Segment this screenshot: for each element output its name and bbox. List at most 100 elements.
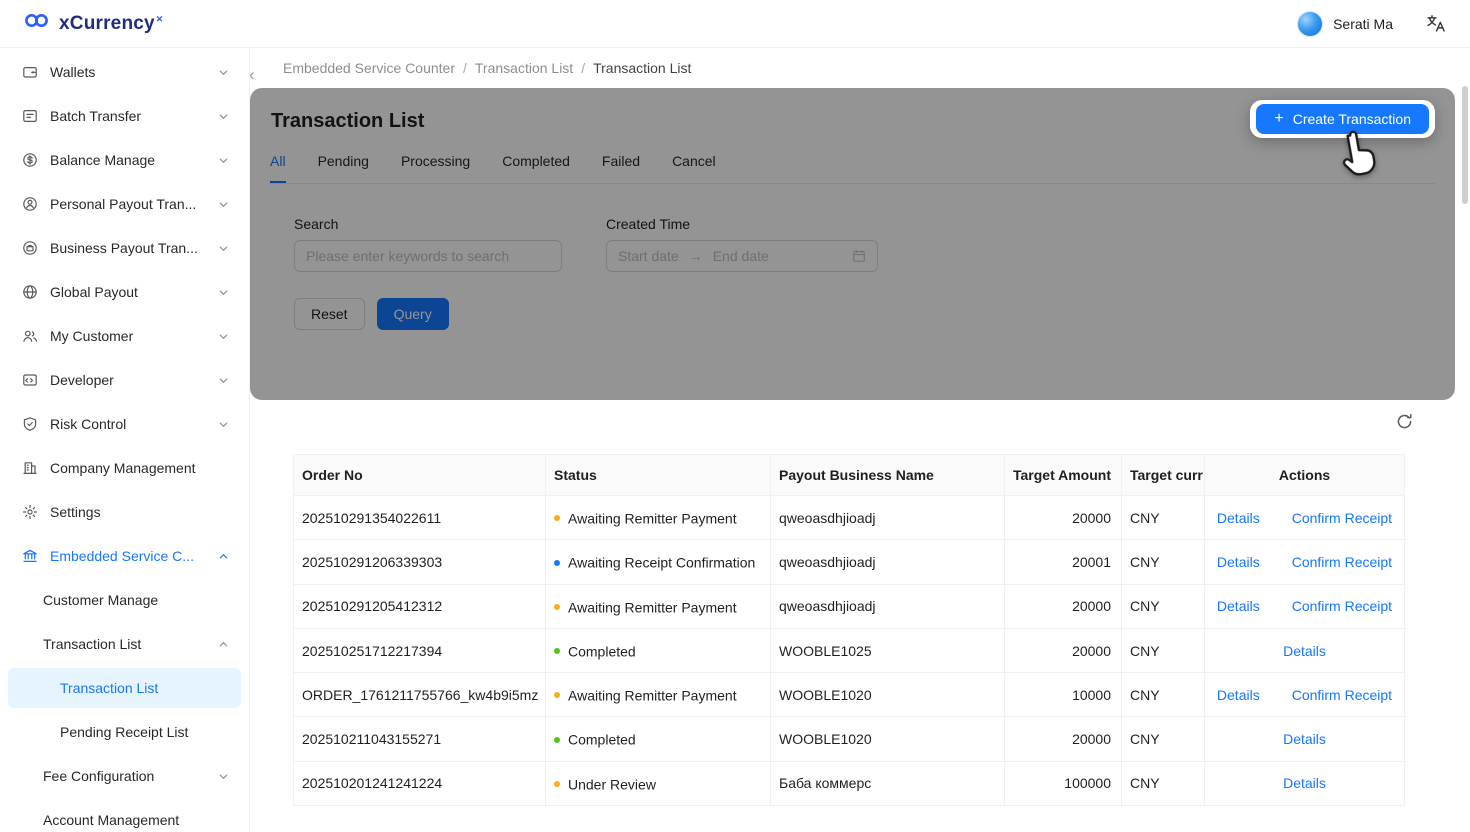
sidebar-item-personal-payout[interactable]: Personal Payout Tran... <box>8 184 241 224</box>
sidebar-item-developer[interactable]: Developer <box>8 360 241 400</box>
status-badge: Awaiting Remitter Payment <box>568 510 737 526</box>
confirm-receipt-link[interactable]: Confirm Receipt <box>1292 598 1392 614</box>
sidebar-item-risk-control[interactable]: Risk Control <box>8 404 241 444</box>
logo-mark: ✕ <box>156 14 164 25</box>
user-name[interactable]: Serati Ma <box>1333 16 1393 32</box>
actions-cell: Details Confirm Receipt <box>1205 673 1405 717</box>
sidebar-item-settings[interactable]: Settings <box>8 492 241 532</box>
sidebar-item-company-management[interactable]: Company Management <box>8 448 241 488</box>
avatar[interactable] <box>1297 11 1323 37</box>
translate-icon[interactable] <box>1425 13 1446 34</box>
details-link[interactable]: Details <box>1217 510 1260 526</box>
status-cell: Completed <box>546 628 771 672</box>
top-header: xCurrency ✕ Serati Ma <box>0 0 1470 48</box>
batch-transfer-icon <box>22 108 38 124</box>
sidebar-item-balance-manage[interactable]: Balance Manage <box>8 140 241 180</box>
breadcrumb-item[interactable]: Transaction List <box>475 60 573 76</box>
gear-icon <box>22 504 38 520</box>
sidebar-item-transaction-list-group[interactable]: Transaction List <box>8 624 241 664</box>
confirm-receipt-link[interactable]: Confirm Receipt <box>1292 554 1392 570</box>
sidebar-item-embedded-service-counter[interactable]: Embedded Service C... <box>8 536 241 576</box>
hand-cursor-icon <box>1335 127 1383 183</box>
sidebar-item-pending-receipt-list[interactable]: Pending Receipt List <box>8 712 241 752</box>
chevron-down-icon <box>218 331 229 342</box>
chevron-down-icon <box>218 375 229 386</box>
details-link[interactable]: Details <box>1283 643 1326 659</box>
sidebar-item-batch-transfer[interactable]: Batch Transfer <box>8 96 241 136</box>
chevron-down-icon <box>218 771 229 782</box>
sidebar-item-global-payout[interactable]: Global Payout <box>8 272 241 312</box>
sidebar-item-business-payout[interactable]: Business Payout Tran... <box>8 228 241 268</box>
target-currency: CNY <box>1122 673 1205 717</box>
plus-icon: + <box>1274 111 1283 127</box>
table-row: ORDER_1761211755766_kw4b9i5mz Awaiting R… <box>294 673 1405 717</box>
business-payout-icon <box>22 240 38 256</box>
order-no: ORDER_1761211755766_kw4b9i5mz <box>294 673 546 717</box>
logo[interactable]: xCurrency ✕ <box>24 13 163 35</box>
target-amount: 20000 <box>1005 584 1122 628</box>
refresh-icon[interactable] <box>1396 413 1413 430</box>
target-currency: CNY <box>1122 584 1205 628</box>
payout-business-name: WOOBLE1020 <box>771 673 1005 717</box>
shield-icon <box>22 416 38 432</box>
details-link[interactable]: Details <box>1217 554 1260 570</box>
main-content: ‹ Embedded Service Counter / Transaction… <box>250 48 1470 832</box>
column-status: Status <box>546 455 771 496</box>
payout-business-name: qweoasdhjioadj <box>771 540 1005 584</box>
chevron-up-icon <box>218 551 229 562</box>
payout-business-name: qweoasdhjioadj <box>771 496 1005 540</box>
globe-icon <box>22 284 38 300</box>
sidebar-item-account-management[interactable]: Account Management <box>8 800 241 832</box>
personal-payout-icon <box>22 196 38 212</box>
wallet-icon <box>22 64 38 80</box>
table-row: 202510291206339303 Awaiting Receipt Conf… <box>294 540 1405 584</box>
target-amount: 20000 <box>1005 628 1122 672</box>
chevron-down-icon <box>218 67 229 78</box>
order-no: 202510211043155271 <box>294 717 546 761</box>
table-row: 202510251712217394 Completed WOOBLE1025 … <box>294 628 1405 672</box>
status-dot <box>554 781 560 787</box>
target-currency: CNY <box>1122 717 1205 761</box>
table-row: 202510291354022611 Awaiting Remitter Pay… <box>294 496 1405 540</box>
status-dot <box>554 648 560 654</box>
chevron-up-icon <box>218 639 229 650</box>
actions-cell: Details <box>1205 761 1405 805</box>
payout-business-name: Баба коммерс <box>771 761 1005 805</box>
create-transaction-button[interactable]: + Create Transaction <box>1256 104 1429 134</box>
bank-icon <box>22 548 38 564</box>
sidebar-item-transaction-list[interactable]: Transaction List <box>8 668 241 708</box>
target-currency: CNY <box>1122 628 1205 672</box>
tour-region: Transaction List All Pending Processing … <box>250 88 1455 400</box>
status-badge: Awaiting Remitter Payment <box>568 599 737 615</box>
customers-icon <box>22 328 38 344</box>
details-link[interactable]: Details <box>1217 598 1260 614</box>
sidebar-item-my-customer[interactable]: My Customer <box>8 316 241 356</box>
scrollbar[interactable] <box>1462 86 1468 204</box>
details-link[interactable]: Details <box>1283 731 1326 747</box>
sidebar-collapse-button[interactable]: ‹ <box>250 64 255 86</box>
order-no: 202510291354022611 <box>294 496 546 540</box>
status-cell: Under Review <box>546 761 771 805</box>
target-amount: 10000 <box>1005 673 1122 717</box>
confirm-receipt-link[interactable]: Confirm Receipt <box>1292 687 1392 703</box>
breadcrumb-item[interactable]: Embedded Service Counter <box>283 60 455 76</box>
sidebar-item-wallets[interactable]: Wallets <box>8 52 241 92</box>
chevron-down-icon <box>218 111 229 122</box>
status-badge: Under Review <box>568 776 656 792</box>
order-no: 202510251712217394 <box>294 628 546 672</box>
status-cell: Awaiting Remitter Payment <box>546 496 771 540</box>
sidebar-item-fee-configuration[interactable]: Fee Configuration <box>8 756 241 796</box>
status-dot <box>554 560 560 566</box>
details-link[interactable]: Details <box>1283 775 1326 791</box>
chevron-down-icon <box>218 199 229 210</box>
status-cell: Awaiting Remitter Payment <box>546 673 771 717</box>
details-link[interactable]: Details <box>1217 687 1260 703</box>
status-badge: Completed <box>568 643 636 659</box>
confirm-receipt-link[interactable]: Confirm Receipt <box>1292 510 1392 526</box>
transaction-table: Order No Status Payout Business Name Tar… <box>293 454 1405 806</box>
sidebar-item-customer-manage[interactable]: Customer Manage <box>8 580 241 620</box>
actions-cell: Details <box>1205 717 1405 761</box>
payout-business-name: WOOBLE1025 <box>771 628 1005 672</box>
actions-cell: Details Confirm Receipt <box>1205 496 1405 540</box>
column-order-no: Order No <box>294 455 546 496</box>
